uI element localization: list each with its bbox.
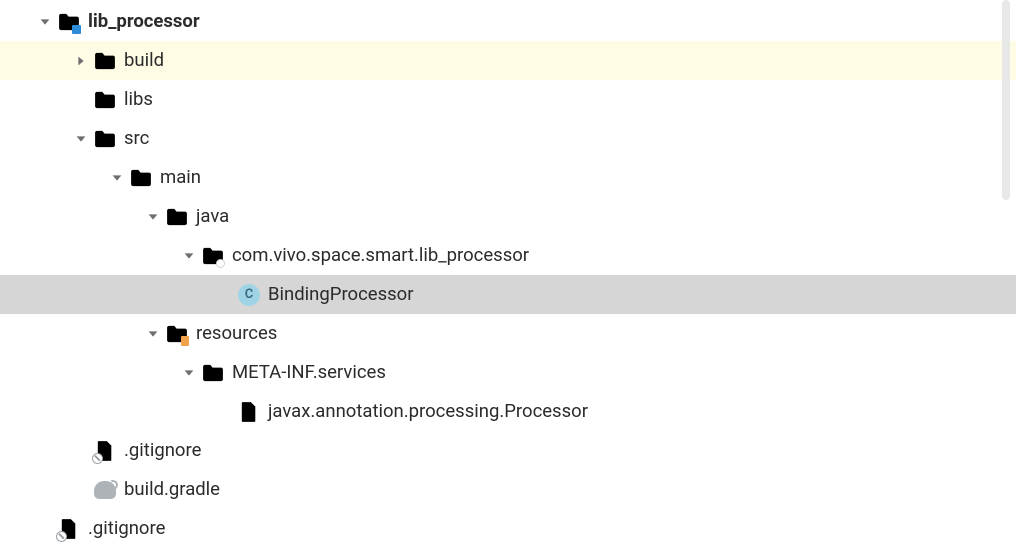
module-folder-icon <box>58 11 80 33</box>
tree-item-label: src <box>124 129 149 148</box>
tree-item-label: build.gradle <box>124 480 220 499</box>
file-icon <box>238 401 260 423</box>
package-icon <box>202 245 224 267</box>
tree-item-label: build <box>124 51 164 70</box>
chevron-down-icon[interactable] <box>180 247 198 265</box>
folder-icon <box>130 167 152 189</box>
ignored-file-icon <box>58 518 80 540</box>
tree-item-label: BindingProcessor <box>268 285 414 304</box>
folder-icon <box>94 89 116 111</box>
scrollbar-thumb[interactable] <box>1002 0 1010 200</box>
tree-item-label: libs <box>124 90 153 109</box>
class-icon: C <box>238 284 260 306</box>
folder-icon <box>94 128 116 150</box>
chevron-down-icon[interactable] <box>180 364 198 382</box>
tree-item-gitignore-inner[interactable]: .gitignore <box>0 431 1016 470</box>
tree-item-label: java <box>196 207 229 226</box>
chevron-right-icon[interactable] <box>72 52 90 70</box>
tree-item-libs[interactable]: libs <box>0 80 1016 119</box>
tree-item-processor-file[interactable]: javax.annotation.processing.Processor <box>0 392 1016 431</box>
tree-item-src[interactable]: src <box>0 119 1016 158</box>
tree-item-package[interactable]: com.vivo.space.smart.lib_processor <box>0 236 1016 275</box>
resources-folder-icon <box>166 323 188 345</box>
folder-icon <box>94 50 116 72</box>
chevron-down-icon[interactable] <box>72 130 90 148</box>
ignored-file-icon <box>94 440 116 462</box>
source-folder-icon <box>166 206 188 228</box>
tree-item-label: com.vivo.space.smart.lib_processor <box>232 246 529 265</box>
tree-item-gitignore-outer[interactable]: .gitignore <box>0 509 1016 548</box>
chevron-down-icon[interactable] <box>144 325 162 343</box>
chevron-down-icon[interactable] <box>36 13 54 31</box>
tree-item-metainf[interactable]: META-INF.services <box>0 353 1016 392</box>
tree-item-label: META-INF.services <box>232 363 386 382</box>
tree-item-label: lib_processor <box>88 12 200 31</box>
folder-icon <box>202 362 224 384</box>
gradle-icon <box>94 479 116 501</box>
tree-item-label: javax.annotation.processing.Processor <box>268 402 588 421</box>
chevron-down-icon[interactable] <box>144 208 162 226</box>
chevron-down-icon[interactable] <box>108 169 126 187</box>
tree-item-root[interactable]: lib_processor <box>0 2 1016 41</box>
tree-item-main[interactable]: main <box>0 158 1016 197</box>
tree-item-label: resources <box>196 324 277 343</box>
tree-item-label: .gitignore <box>88 519 165 538</box>
tree-item-java[interactable]: java <box>0 197 1016 236</box>
tree-item-build-gradle[interactable]: build.gradle <box>0 470 1016 509</box>
tree-item-label: main <box>160 168 201 187</box>
tree-item-resources[interactable]: resources <box>0 314 1016 353</box>
tree-item-class-bindingprocessor[interactable]: C BindingProcessor <box>0 275 1016 314</box>
vertical-scrollbar[interactable] <box>996 0 1016 560</box>
tree-item-build[interactable]: build <box>0 41 1016 80</box>
project-tree[interactable]: lib_processor build libs src main <box>0 0 1016 548</box>
tree-item-label: .gitignore <box>124 441 201 460</box>
